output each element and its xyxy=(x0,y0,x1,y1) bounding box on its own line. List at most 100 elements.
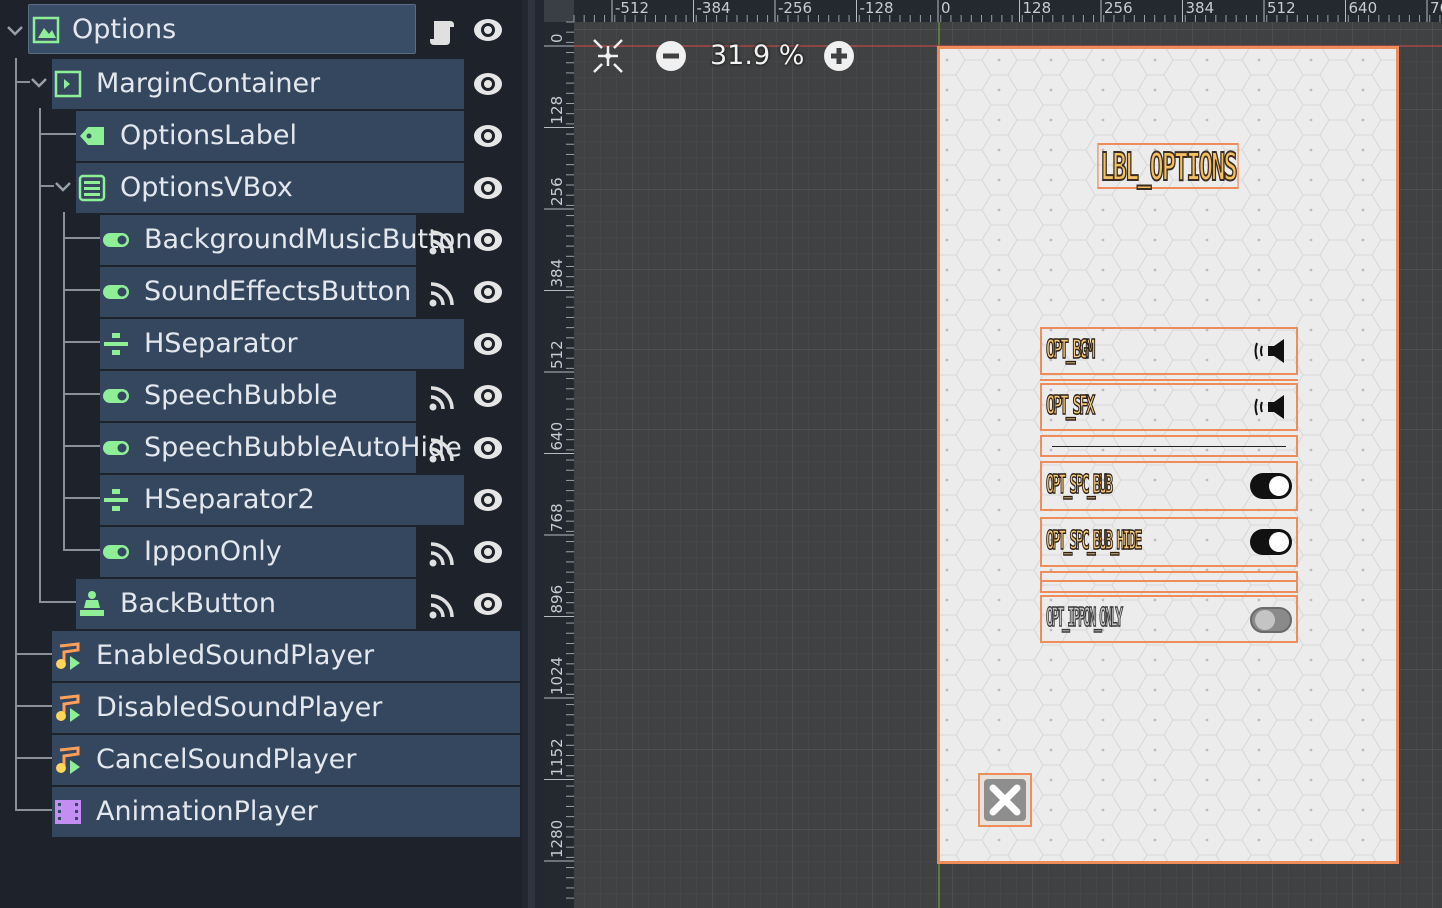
hseparator-icon xyxy=(104,489,128,511)
tree-item-disabledsoundplayer[interactable]: DisabledSoundPlayer xyxy=(0,680,522,733)
option-speech-bubble-hide-row[interactable]: OPT_SPC_BUB_HIDE xyxy=(1040,517,1298,567)
chevron-down-icon[interactable] xyxy=(52,176,74,198)
option-speech-bubble-row[interactable]: OPT_SPC_BUB xyxy=(1040,461,1298,511)
zoom-in-button[interactable] xyxy=(822,36,858,76)
label-icon xyxy=(80,127,104,145)
tree-item-hseparator2[interactable]: HSeparator2 xyxy=(0,472,522,525)
pan-reset-icon[interactable] xyxy=(590,36,626,76)
signals-icon xyxy=(429,438,454,463)
ruler-label-v: 384 xyxy=(548,259,566,288)
visibility-eye-icon[interactable] xyxy=(472,174,504,202)
scene-tree-panel: Options MarginContainer OptionsLabel Opt… xyxy=(0,0,522,908)
tree-item-enabledsoundplayer[interactable]: EnabledSoundPlayer xyxy=(0,628,522,681)
tree-item-backbutton[interactable]: BackButton xyxy=(0,576,522,629)
panel-splitter[interactable] xyxy=(522,0,544,908)
tree-item-label: SoundEffectsButton xyxy=(144,276,412,307)
chevron-down-icon[interactable] xyxy=(28,72,50,94)
tree-item-hseparator[interactable]: HSeparator xyxy=(0,316,522,369)
zoom-out-button[interactable] xyxy=(654,36,690,76)
tree-item-label: SpeechBubbleAutoHide xyxy=(144,432,462,463)
tree-item-label: BackButton xyxy=(120,588,276,619)
options-screen-preview[interactable]: LBL_OPTIONS OPT_BGM OPT_SFX OPT_SPC_BUB xyxy=(937,46,1399,864)
signals-button[interactable] xyxy=(416,215,466,265)
signals-button[interactable] xyxy=(416,371,466,421)
tree-item-margincontainer[interactable]: MarginContainer xyxy=(0,56,522,109)
tree-item-cancelsoundplayer[interactable]: CancelSoundPlayer xyxy=(0,732,522,785)
visibility-eye-icon[interactable] xyxy=(472,278,504,306)
tree-item-backgroundmusicbutton[interactable]: BackgroundMusicButton xyxy=(0,212,522,265)
signals-button[interactable] xyxy=(416,527,466,577)
visibility-eye-icon[interactable] xyxy=(472,122,504,150)
visibility-eye-icon[interactable] xyxy=(472,538,504,566)
visibility-eye-icon[interactable] xyxy=(472,226,504,254)
option-bgm-row[interactable]: OPT_BGM xyxy=(1040,327,1298,375)
ruler-label-h: -128 xyxy=(860,0,894,17)
ippon-only-toggle[interactable] xyxy=(1250,607,1292,633)
tree-item-animationplayer[interactable]: AnimationPlayer xyxy=(0,784,522,837)
check-button-icon xyxy=(103,389,129,403)
script-button[interactable] xyxy=(416,4,466,54)
tree-item-label: HSeparator2 xyxy=(144,484,315,515)
check-button-icon xyxy=(103,545,129,559)
texture-button-icon xyxy=(80,591,104,616)
ruler-label-h: -512 xyxy=(615,0,649,17)
signals-button[interactable] xyxy=(416,267,466,317)
ruler-label-v: 128 xyxy=(548,96,566,125)
tree-item-label: MarginContainer xyxy=(96,68,321,99)
tree-item-speechbubbleautohide[interactable]: SpeechBubbleAutoHide xyxy=(0,420,522,473)
ruler-label-h: 384 xyxy=(1186,0,1215,17)
back-button[interactable] xyxy=(978,773,1032,827)
tree-item-options[interactable]: Options xyxy=(0,4,522,56)
options-title-label: LBL_OPTIONS xyxy=(1097,143,1239,190)
close-icon xyxy=(989,784,1021,816)
hseparator-icon xyxy=(104,333,128,355)
ruler-label-v: 640 xyxy=(548,422,566,451)
visibility-eye-icon[interactable] xyxy=(472,434,504,462)
tree-item-label: SpeechBubble xyxy=(144,380,338,411)
ruler-label-h: -384 xyxy=(697,0,731,17)
signals-button[interactable] xyxy=(416,579,466,629)
visibility-eye-icon[interactable] xyxy=(472,330,504,358)
speaker-icon[interactable] xyxy=(1254,337,1292,365)
signals-button[interactable] xyxy=(416,423,466,473)
ruler-label-h: 256 xyxy=(1104,0,1133,17)
option-ippon-only-row[interactable]: OPT_IPPON_ONLY xyxy=(1040,595,1298,643)
audio-stream-player-icon xyxy=(56,746,80,774)
tree-item-label: IpponOnly xyxy=(144,536,282,567)
audio-stream-player-icon xyxy=(56,642,80,670)
ruler-label-v: 896 xyxy=(548,585,566,614)
tree-item-optionslabel[interactable]: OptionsLabel xyxy=(0,108,522,161)
visibility-eye-icon[interactable] xyxy=(472,486,504,514)
separator2-row xyxy=(1040,571,1298,593)
chevron-down-icon[interactable] xyxy=(4,20,26,42)
speaker-icon[interactable] xyxy=(1254,393,1292,421)
visibility-eye-icon[interactable] xyxy=(472,16,504,44)
canvas-viewport[interactable]: -512 -384 -256 -128 0 128 256 384 512 640 76 0 128 2… xyxy=(544,0,1442,908)
option-label: OPT_BGM xyxy=(1046,334,1096,366)
option-label: OPT_SPC_BUB_HIDE xyxy=(1046,525,1143,557)
editor-window: Options MarginContainer OptionsLabel Opt… xyxy=(0,0,1442,908)
margin-container-icon xyxy=(54,70,82,98)
tree-item-speechbubble[interactable]: SpeechBubble xyxy=(0,368,522,421)
ruler-label-v: 1024 xyxy=(548,657,566,695)
tree-item-label: HSeparator xyxy=(144,328,298,359)
visibility-eye-icon[interactable] xyxy=(472,590,504,618)
speech-bubble-toggle[interactable] xyxy=(1250,473,1292,499)
visibility-eye-icon[interactable] xyxy=(472,70,504,98)
zoom-level-label[interactable]: 31.9 % xyxy=(710,36,804,76)
tree-item-soundeffectsbutton[interactable]: SoundEffectsButton xyxy=(0,264,522,317)
animation-player-icon xyxy=(55,800,81,824)
audio-stream-player-icon xyxy=(56,694,80,722)
visibility-eye-icon[interactable] xyxy=(472,382,504,410)
tree-item-label: AnimationPlayer xyxy=(96,796,318,827)
tree-item-ipponoonly[interactable]: IpponOnly xyxy=(0,524,522,577)
ruler-label-v: 768 xyxy=(548,503,566,532)
tree-item-label: DisabledSoundPlayer xyxy=(96,692,383,723)
ruler-label-v: 1280 xyxy=(548,820,566,858)
speech-bubble-hide-toggle[interactable] xyxy=(1250,529,1292,555)
tree-item-optionsvbox[interactable]: OptionsVBox xyxy=(0,160,522,213)
tree-item-label: OptionsVBox xyxy=(120,172,293,203)
ruler-label-v: 0 xyxy=(548,33,566,43)
option-label: OPT_SPC_BUB xyxy=(1046,469,1114,501)
option-sfx-row[interactable]: OPT_SFX xyxy=(1040,383,1298,431)
